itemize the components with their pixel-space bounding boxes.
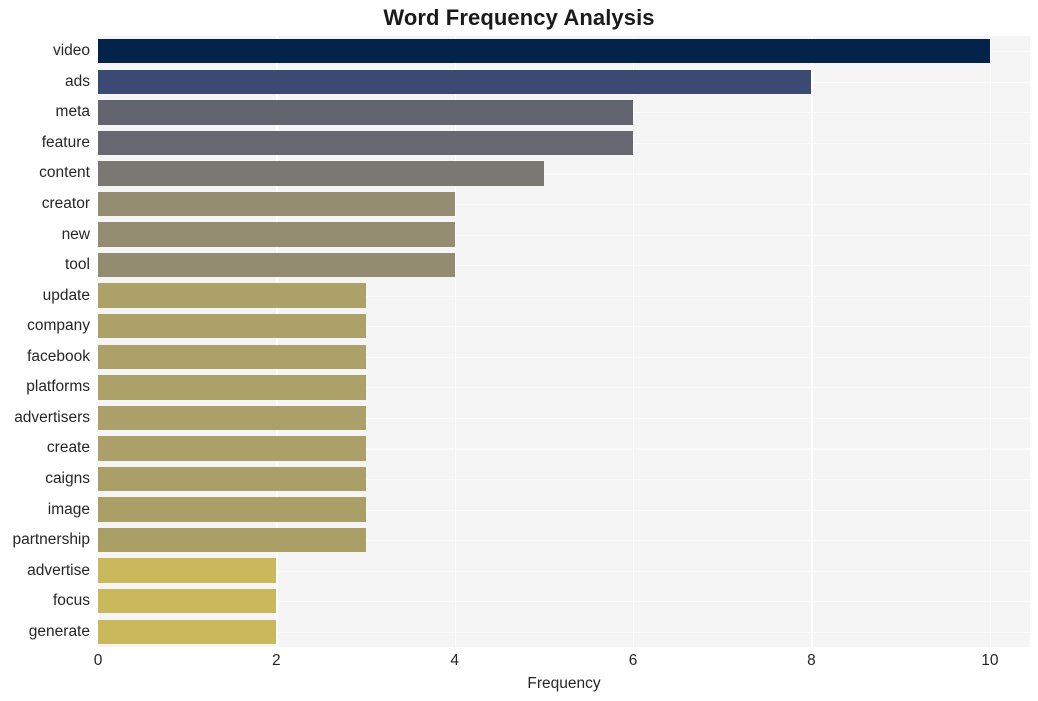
x-axis-ticklabel: 4: [450, 652, 460, 669]
y-axis-ticklabel: creator: [41, 195, 90, 213]
bar: [98, 283, 366, 308]
bar: [98, 405, 366, 431]
y-axis-ticklabel: feature: [41, 133, 90, 151]
y-axis-ticklabel: video: [52, 42, 90, 60]
bar: [98, 588, 277, 614]
y-axis-ticklabel: meta: [55, 103, 90, 121]
bar: [98, 130, 634, 156]
bar: [98, 619, 277, 644]
chart-title: Word Frequency Analysis: [383, 5, 655, 30]
y-axis-ticklabel: content: [39, 164, 90, 182]
y-axis-ticklabel: create: [46, 439, 90, 457]
gridline-vertical: [454, 36, 457, 647]
bar: [98, 69, 812, 95]
x-axis-ticklabel: 6: [628, 652, 638, 669]
y-axis-ticklabel: ads: [65, 72, 90, 90]
y-axis-ticklabel: platforms: [26, 378, 90, 396]
y-axis-ticklabel: focus: [52, 592, 90, 610]
gridline-vertical: [276, 36, 278, 647]
y-axis-ticklabel: partnership: [12, 531, 90, 549]
bar: [98, 39, 990, 64]
gridline-vertical: [98, 36, 100, 647]
y-axis-ticklabel: image: [47, 500, 90, 518]
y-axis-ticklabel: generate: [28, 622, 90, 640]
bar: [98, 222, 455, 247]
y-axis-ticklabel: tool: [65, 256, 90, 274]
bar: [98, 100, 634, 125]
bar: [98, 466, 366, 492]
bar: [98, 497, 366, 522]
bar: [98, 375, 366, 400]
bar: [98, 558, 277, 583]
y-axis-ticklabel: new: [61, 225, 90, 243]
y-axis-ticklabel: facebook: [27, 347, 90, 365]
gridline-vertical: [633, 36, 635, 647]
bar: [98, 161, 544, 186]
x-axis-label: Frequency: [527, 675, 601, 692]
plot-area: [98, 36, 1030, 647]
x-axis-ticklabel: 8: [807, 652, 816, 669]
y-axis-ticklabel: caigns: [45, 469, 90, 487]
y-axis-ticklabel: company: [27, 317, 90, 335]
chart-figure: Word Frequency Analysis video ads meta feat…: [0, 0, 1038, 701]
x-axis-ticklabel: 2: [272, 652, 281, 669]
bar: [98, 191, 455, 217]
x-axis-ticklabel: 0: [93, 652, 103, 669]
gridline-vertical: [989, 36, 992, 647]
bar: [98, 314, 366, 339]
bar: [98, 344, 366, 369]
bar: [98, 527, 366, 553]
x-axis-ticklabel: 10: [981, 652, 999, 669]
gridline-vertical: [811, 36, 813, 647]
y-axis-ticklabel: advertise: [27, 561, 90, 579]
bar: [98, 436, 366, 461]
y-axis-ticklabel: update: [42, 286, 90, 304]
bar: [98, 252, 455, 278]
y-axis-ticklabel: advertisers: [14, 408, 90, 426]
